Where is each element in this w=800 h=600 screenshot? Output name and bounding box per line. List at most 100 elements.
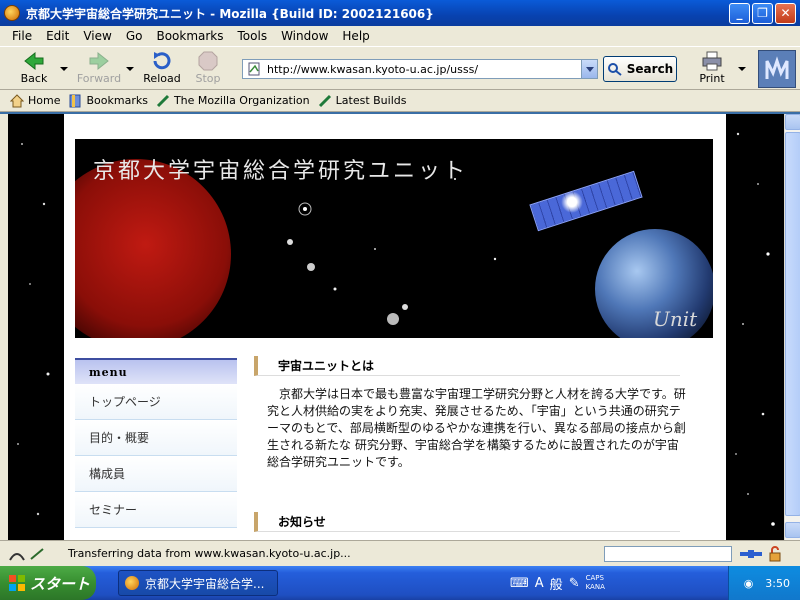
bookmarks-label: Bookmarks [86,94,148,107]
mozilla-logo-icon [765,56,789,79]
menu-go[interactable]: Go [126,29,143,43]
bookmark-icon [69,94,81,107]
section-heading-news: お知らせ [254,512,680,532]
forward-label: Forward [76,72,122,85]
forward-dropdown-icon[interactable] [126,67,134,71]
printer-icon [702,51,722,71]
taskbar-item-mozilla[interactable]: 京都大学宇宙総合学... [118,570,278,596]
site-menu: menu トップページ 目的・概要 構成員 セミナー [75,358,237,540]
back-arrow-icon [24,51,44,71]
ime-tools-icon[interactable]: ✎ [569,576,580,591]
page-icon [248,62,260,76]
taskbar-item-label: 京都大学宇宙総合学... [145,576,265,591]
url-input[interactable] [267,62,581,76]
keyboard-icon[interactable]: ⌨ [510,576,529,591]
search-button[interactable]: Search [603,56,677,82]
caps-kana-indicator: CAPS KANA [586,574,611,592]
page-viewport: 京都大学宇宙総合学研究ユニット Unit o menu トップページ 目的・概要… [8,114,784,540]
forward-arrow-icon [89,51,109,71]
stop-icon [198,51,218,71]
menu-item-members[interactable]: 構成員 [75,456,237,492]
status-bar: Transferring data from www.kwasan.kyoto-… [0,540,800,566]
latest-builds-label: Latest Builds [335,94,407,107]
status-text: Transferring data from www.kwasan.kyoto-… [68,547,351,560]
menu-window[interactable]: Window [281,29,328,43]
menu-help[interactable]: Help [342,29,369,43]
reload-button[interactable]: Reload [140,49,184,87]
bookmarks-link[interactable]: Bookmarks [68,94,148,108]
scroll-down-button[interactable] [785,522,800,538]
mozilla-throbber[interactable] [758,50,796,88]
forward-button[interactable]: Forward [74,49,124,87]
home-icon [10,93,24,107]
menu-item-purpose[interactable]: 目的・概要 [75,420,237,456]
window-titlebar: 京都大学宇宙総合学研究ユニット - Mozilla {Build ID: 200… [0,0,800,26]
print-button[interactable]: Print [690,49,734,87]
compose-icon[interactable] [28,546,46,562]
print-label: Print [699,72,725,85]
search-label: Search [626,62,674,76]
web-page: 京都大学宇宙総合学研究ユニット Unit o menu トップページ 目的・概要… [64,114,726,540]
back-dropdown-icon[interactable] [60,67,68,71]
menu-edit[interactable]: Edit [46,29,69,43]
banner-tagline: Unit o [653,307,698,338]
maximize-button[interactable]: ❐ [752,2,773,24]
chevron-down-icon [585,66,594,72]
windows-flag-icon [9,575,25,591]
connection-plug-icon [740,550,762,558]
start-button[interactable]: スタート [0,566,96,600]
section-heading-about: 宇宙ユニットとは [254,356,680,376]
menu-tools[interactable]: Tools [238,29,268,43]
minimize-button[interactable]: _ [729,2,750,24]
home-link[interactable]: Home [10,93,61,108]
menu-item-seminar[interactable]: セミナー [75,492,237,528]
window-title: 京都大学宇宙総合学研究ユニット - Mozilla {Build ID: 200… [26,6,434,21]
mozilla-org-label: The Mozilla Organization [173,94,310,107]
print-dropdown-icon[interactable] [738,67,746,71]
menu-view[interactable]: View [83,29,111,43]
ime-toolbar[interactable]: ⌨ A 般 ✎ CAPS KANA [510,572,617,594]
ime-conversion-mode[interactable]: 般 [550,574,563,593]
reload-label: Reload [143,72,181,85]
menu-item-top[interactable]: トップページ [75,384,237,420]
system-tray: ◉ 3:50 [728,566,800,600]
reload-icon [153,52,171,70]
link-icon [318,94,331,107]
back-button[interactable]: Back [12,49,56,87]
url-dropdown-button[interactable] [581,60,597,78]
personal-toolbar: Home Bookmarks The Mozilla Organization … [0,90,800,112]
link-icon [156,94,170,107]
volume-icon[interactable]: ◉ [744,577,754,590]
site-banner: 京都大学宇宙総合学研究ユニット Unit o [75,139,713,338]
vertical-scrollbar[interactable] [784,114,800,540]
mozilla-icon [125,576,139,590]
close-button[interactable]: ✕ [775,2,796,24]
menubar: File Edit View Go Bookmarks Tools Window… [0,26,800,46]
menu-header: menu [75,358,237,384]
kana-indicator: KANA [585,583,605,591]
offline-status-icon [9,552,25,561]
stop-label: Stop [195,72,221,85]
menu-file[interactable]: File [12,29,32,43]
search-icon [607,63,622,76]
url-bar[interactable] [242,59,598,79]
progress-meter [604,546,732,562]
caps-indicator: CAPS [585,574,604,582]
stop-button[interactable]: Stop [186,49,230,87]
banner-title: 京都大学宇宙総合学研究ユニット [93,159,469,184]
ime-input-mode[interactable]: A [535,576,544,591]
menu-bookmarks[interactable]: Bookmarks [156,29,223,43]
security-lock-icon[interactable] [768,546,782,562]
scroll-thumb[interactable] [785,132,800,516]
clock[interactable]: 3:50 [765,577,790,590]
latest-builds-link[interactable]: Latest Builds [318,94,407,108]
start-label: スタート [30,574,91,593]
left-gutter [0,114,8,540]
mozilla-icon [4,5,20,21]
home-label: Home [28,94,61,107]
section-body-about: 京都大学は日本で最も豊富な宇宙理工学研究分野と人材を誇る大学です。研究と人材供給… [267,387,686,469]
satellite-flare [561,191,583,213]
navigation-toolbar: Back Forward Reload Stop Search Print [0,46,800,90]
mozilla-org-link[interactable]: The Mozilla Organization [156,94,310,108]
scroll-up-button[interactable] [785,114,800,130]
